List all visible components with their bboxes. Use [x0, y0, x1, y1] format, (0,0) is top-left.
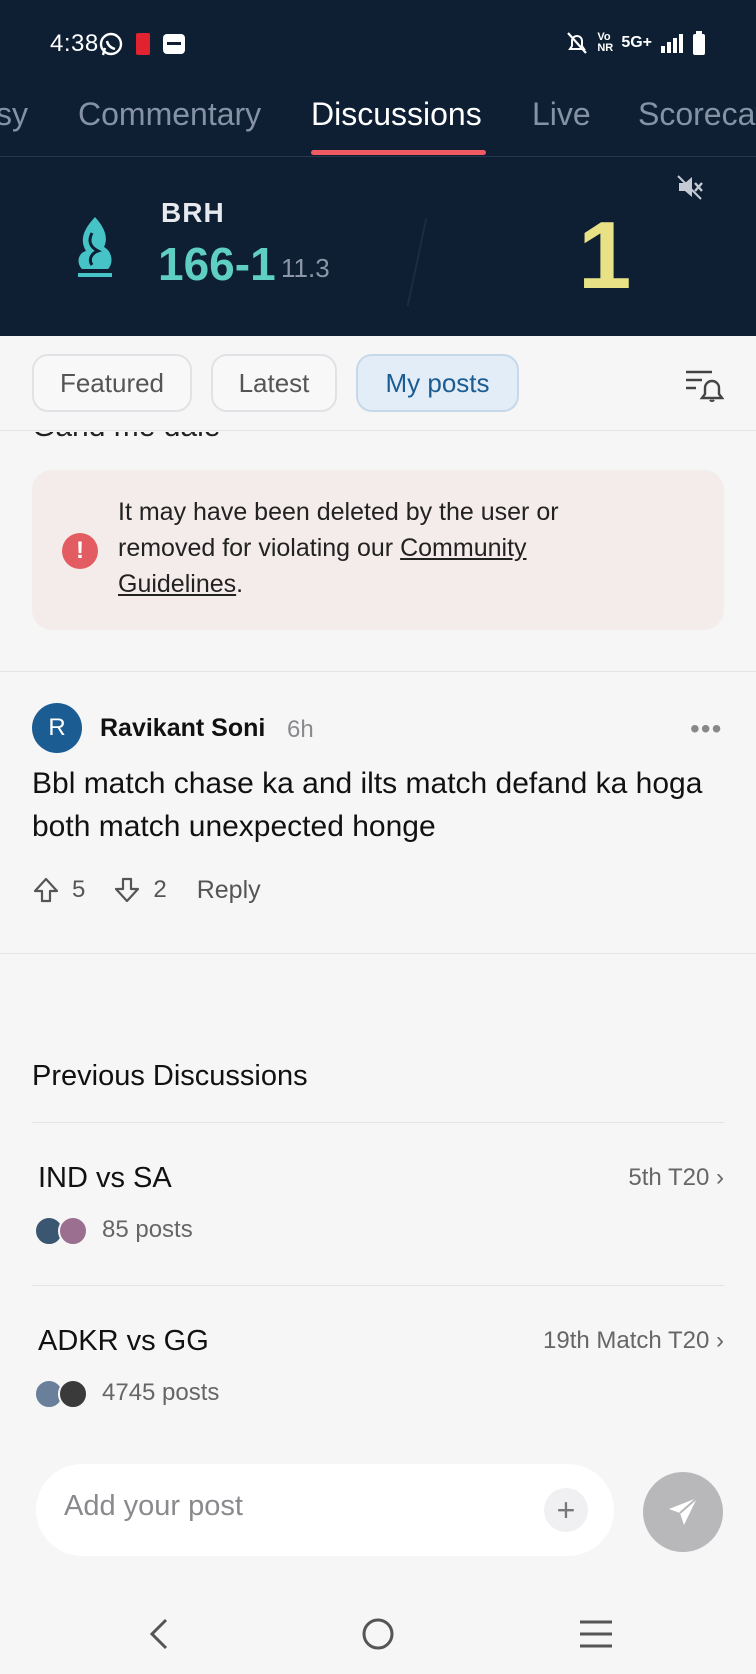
previous-discussions-title: Previous Discussions [32, 1060, 308, 1092]
post-author[interactable]: Ravikant Soni [100, 714, 265, 743]
alert-icon: ! [62, 533, 98, 569]
match-name: IND vs SA [38, 1162, 172, 1194]
notification-settings-icon[interactable] [682, 362, 724, 404]
divider [0, 671, 756, 672]
previous-match-row[interactable]: IND vs SA 5th T20 › 85 posts [32, 1150, 724, 1260]
recents-menu-icon[interactable] [574, 1612, 618, 1656]
active-tab-indicator [311, 150, 486, 155]
downvote-button[interactable]: 2 [113, 876, 167, 904]
divider [0, 953, 756, 954]
filter-my-posts[interactable]: My posts [356, 354, 519, 412]
match-header: 4:38 Vo NR 5G+ sy Commentary Discussions… [0, 0, 756, 336]
upvote-icon [33, 877, 59, 903]
signal-icon [661, 34, 683, 53]
post-count: 85 posts [102, 1216, 193, 1243]
divider [32, 1122, 724, 1123]
post-count: 4745 posts [102, 1379, 220, 1406]
avatar[interactable]: R [32, 703, 82, 753]
match-tabs: sy Commentary Discussions Live Scoreca [0, 90, 756, 156]
status-bar: 4:38 Vo NR 5G+ [0, 0, 756, 90]
back-icon[interactable] [138, 1612, 182, 1656]
deleted-post-notice: ! It may have been deleted by the user o… [32, 470, 724, 630]
speaker-mute-icon[interactable] [676, 173, 704, 201]
send-button[interactable] [643, 1472, 723, 1552]
match-name: ADKR vs GG [38, 1325, 209, 1357]
participant-avatars [34, 1379, 90, 1409]
battery-icon [693, 31, 705, 55]
post-body: Bbl match chase ka and ilts match defand… [32, 767, 703, 843]
network-label: 5G+ [621, 34, 652, 51]
system-nav-bar [0, 1594, 756, 1674]
filter-bar: Featured Latest My posts [0, 336, 756, 431]
team-name: BRH [161, 197, 225, 228]
more-options-icon[interactable]: ••• [690, 715, 722, 743]
avatar [58, 1379, 88, 1409]
add-post-input[interactable] [64, 1490, 544, 1523]
mute-bell-icon [567, 32, 588, 54]
divider-slash [406, 217, 428, 307]
tab-live[interactable]: Live [532, 96, 591, 133]
team-score: 166-1 [158, 238, 276, 290]
post-composer: + [36, 1464, 614, 1556]
volte-label: Vo NR [597, 31, 614, 54]
tab-commentary[interactable]: Commentary [78, 96, 261, 133]
home-icon[interactable] [356, 1612, 400, 1656]
filter-latest[interactable]: Latest [211, 354, 337, 412]
downvote-count: 2 [153, 876, 167, 903]
scrolled-post-text: Gand me dale [32, 432, 220, 444]
tab-fantasy[interactable]: sy [0, 96, 28, 133]
previous-match-row[interactable]: ADKR vs GG 19th Match T20 › 4745 posts [32, 1313, 724, 1423]
post-time: 6h [287, 716, 314, 743]
post-actions: 5 2 Reply [32, 870, 261, 910]
team-logo [78, 217, 112, 277]
filter-featured[interactable]: Featured [32, 354, 192, 412]
add-attachment-button[interactable]: + [544, 1488, 588, 1532]
downvote-icon [115, 877, 140, 903]
status-time: 4:38 [50, 30, 99, 57]
divider [32, 1285, 724, 1286]
reply-button[interactable]: Reply [197, 876, 261, 905]
match-info: 19th Match T20 › [543, 1327, 724, 1354]
whatsapp-icon [99, 32, 123, 56]
overs: 11.3 [281, 253, 330, 283]
match-info: 5th T20 › [628, 1164, 724, 1191]
participant-avatars [34, 1216, 90, 1246]
avatar [58, 1216, 88, 1246]
status-icons: Vo NR 5G+ [565, 30, 706, 56]
upvote-button[interactable]: 5 [32, 876, 85, 904]
paytm-icon [163, 34, 185, 54]
live-score-bar[interactable]: BRH 166-1 11.3 1 [0, 157, 756, 336]
upvote-count: 5 [72, 876, 86, 903]
last-ball-result: 1 [578, 202, 632, 309]
tab-discussions[interactable]: Discussions [311, 96, 482, 133]
tab-scorecard[interactable]: Scoreca [638, 96, 755, 133]
notification-app-icon [136, 33, 150, 55]
send-icon [669, 1497, 698, 1525]
deleted-notice-text: It may have been deleted by the user or … [118, 498, 559, 598]
scrolled-post-fragment: Gand me dale [0, 432, 756, 454]
